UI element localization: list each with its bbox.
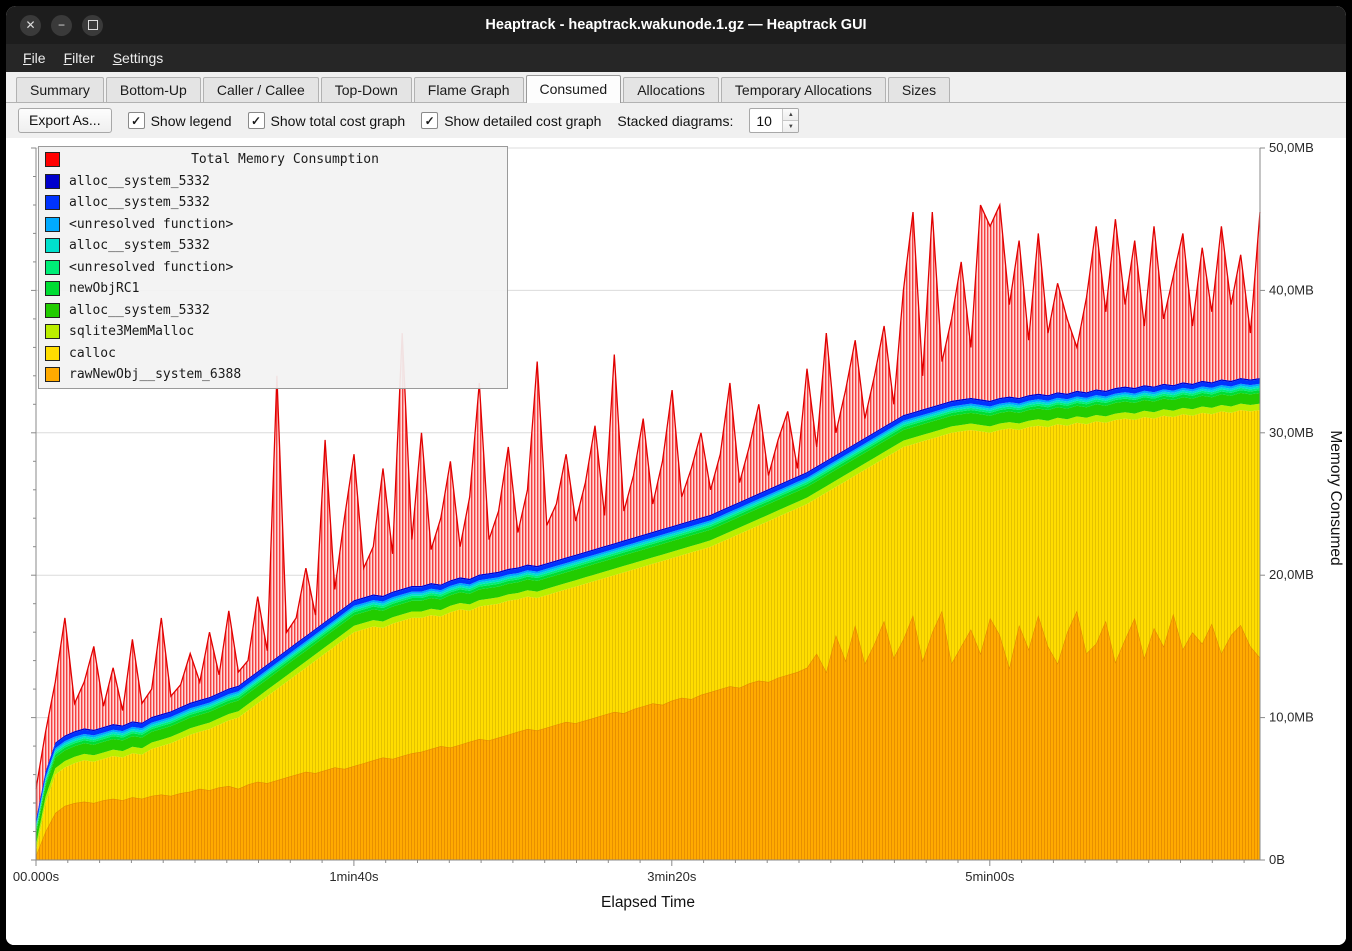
- tab-top-down[interactable]: Top-Down: [321, 77, 412, 102]
- legend-item: alloc__system_5332: [39, 192, 507, 214]
- toolbar: Export As... ✓ Show legend ✓ Show total cos…: [6, 103, 1346, 138]
- titlebar: ✕ − Heaptrack - heaptrack.wakunode.1.gz …: [6, 6, 1346, 44]
- minimize-icon[interactable]: −: [51, 15, 72, 36]
- svg-text:Memory Consumed: Memory Consumed: [1327, 430, 1344, 565]
- legend-item: sqlite3MemMalloc: [39, 321, 507, 343]
- chart-legend: Total Memory Consumption alloc__system_53…: [38, 146, 508, 389]
- legend-label: sqlite3MemMalloc: [69, 324, 194, 339]
- legend-swatch-icon: [45, 367, 60, 382]
- checkbox-group: ✓ Show legend ✓ Show total cost graph ✓ Show …: [128, 112, 602, 129]
- menu-settings[interactable]: Settings: [104, 46, 173, 70]
- legend-label: alloc__system_5332: [69, 238, 210, 253]
- stacked-diagrams-spinbox[interactable]: 10 ▲ ▼: [749, 108, 799, 133]
- menu-file[interactable]: File: [14, 46, 55, 70]
- spinbox-value: 10: [750, 109, 782, 132]
- legend-swatch-icon: [45, 260, 60, 275]
- legend-item: <unresolved function>: [39, 214, 507, 236]
- checkbox-icon: ✓: [421, 112, 438, 129]
- checkbox-show-total-cost-graph[interactable]: ✓ Show total cost graph: [248, 112, 406, 129]
- svg-text:3min20s: 3min20s: [647, 869, 697, 884]
- svg-text:Elapsed Time: Elapsed Time: [601, 894, 695, 911]
- legend-label: rawNewObj__system_6388: [69, 367, 241, 382]
- legend-label: alloc__system_5332: [69, 195, 210, 210]
- legend-swatch-icon: [45, 238, 60, 253]
- svg-text:0B: 0B: [1269, 852, 1285, 867]
- legend-swatch-icon: [45, 346, 60, 361]
- checkbox-show-detailed-cost-graph[interactable]: ✓ Show detailed cost graph: [421, 112, 601, 129]
- legend-item: rawNewObj__system_6388: [39, 364, 507, 386]
- legend-title-row: Total Memory Consumption: [39, 149, 507, 171]
- legend-swatch-icon: [45, 217, 60, 232]
- legend-swatch-icon: [45, 281, 60, 296]
- legend-label: <unresolved function>: [69, 217, 233, 232]
- svg-text:1min40s: 1min40s: [329, 869, 379, 884]
- tab-flame-graph[interactable]: Flame Graph: [414, 77, 524, 102]
- svg-text:50,0MB: 50,0MB: [1269, 140, 1314, 155]
- window-title: Heaptrack - heaptrack.wakunode.1.gz — He…: [6, 17, 1346, 33]
- close-icon[interactable]: ✕: [20, 15, 41, 36]
- svg-text:30,0MB: 30,0MB: [1269, 425, 1314, 440]
- legend-item: alloc__system_5332: [39, 235, 507, 257]
- menubar: FileFilterSettings: [6, 44, 1346, 72]
- legend-item: alloc__system_5332: [39, 300, 507, 322]
- spin-up-icon[interactable]: ▲: [783, 109, 798, 121]
- legend-item: newObjRC1: [39, 278, 507, 300]
- spinbox-arrows: ▲ ▼: [782, 109, 798, 132]
- tabbar: SummaryBottom-UpCaller / CalleeTop-DownF…: [6, 72, 1346, 103]
- legend-swatch-icon: [45, 152, 60, 167]
- legend-title: Total Memory Consumption: [69, 152, 501, 167]
- tab-consumed[interactable]: Consumed: [526, 75, 622, 103]
- legend-swatch-icon: [45, 324, 60, 339]
- tab-caller-callee[interactable]: Caller / Callee: [203, 77, 319, 102]
- svg-text:00.000s: 00.000s: [13, 869, 60, 884]
- svg-text:40,0MB: 40,0MB: [1269, 282, 1314, 297]
- svg-text:10,0MB: 10,0MB: [1269, 710, 1314, 725]
- legend-label: calloc: [69, 346, 116, 361]
- tab-bottom-up[interactable]: Bottom-Up: [106, 77, 201, 102]
- checkbox-icon: ✓: [248, 112, 265, 129]
- svg-text:5min00s: 5min00s: [965, 869, 1015, 884]
- legend-swatch-icon: [45, 195, 60, 210]
- tab-sizes[interactable]: Sizes: [888, 77, 950, 102]
- legend-item: calloc: [39, 343, 507, 365]
- legend-item: <unresolved function>: [39, 257, 507, 279]
- tab-summary[interactable]: Summary: [16, 77, 104, 102]
- stacked-diagrams-label: Stacked diagrams:: [617, 113, 733, 129]
- window-controls: ✕ −: [6, 15, 103, 36]
- menu-filter[interactable]: Filter: [55, 46, 104, 70]
- export-as-button[interactable]: Export As...: [18, 108, 112, 133]
- checkbox-show-legend[interactable]: ✓ Show legend: [128, 112, 232, 129]
- checkbox-label: Show total cost graph: [271, 113, 406, 129]
- spin-down-icon[interactable]: ▼: [783, 121, 798, 132]
- legend-label: alloc__system_5332: [69, 303, 210, 318]
- memory-chart[interactable]: 00.000s 1min40s 3min20s 5min00s 0B 10,0MB 20,0…: [6, 138, 1346, 945]
- legend-label: <unresolved function>: [69, 260, 233, 275]
- maximize-square: [88, 20, 98, 30]
- maximize-icon[interactable]: [82, 15, 103, 36]
- legend-swatch-icon: [45, 174, 60, 189]
- legend-label: alloc__system_5332: [69, 174, 210, 189]
- checkbox-label: Show detailed cost graph: [444, 113, 601, 129]
- tab-temporary-allocations[interactable]: Temporary Allocations: [721, 77, 886, 102]
- legend-label: newObjRC1: [69, 281, 139, 296]
- checkbox-icon: ✓: [128, 112, 145, 129]
- heaptrack-window: ✕ − Heaptrack - heaptrack.wakunode.1.gz …: [6, 6, 1346, 945]
- legend-swatch-icon: [45, 303, 60, 318]
- tab-allocations[interactable]: Allocations: [623, 77, 719, 102]
- checkbox-label: Show legend: [151, 113, 232, 129]
- legend-item: alloc__system_5332: [39, 171, 507, 193]
- svg-text:20,0MB: 20,0MB: [1269, 567, 1314, 582]
